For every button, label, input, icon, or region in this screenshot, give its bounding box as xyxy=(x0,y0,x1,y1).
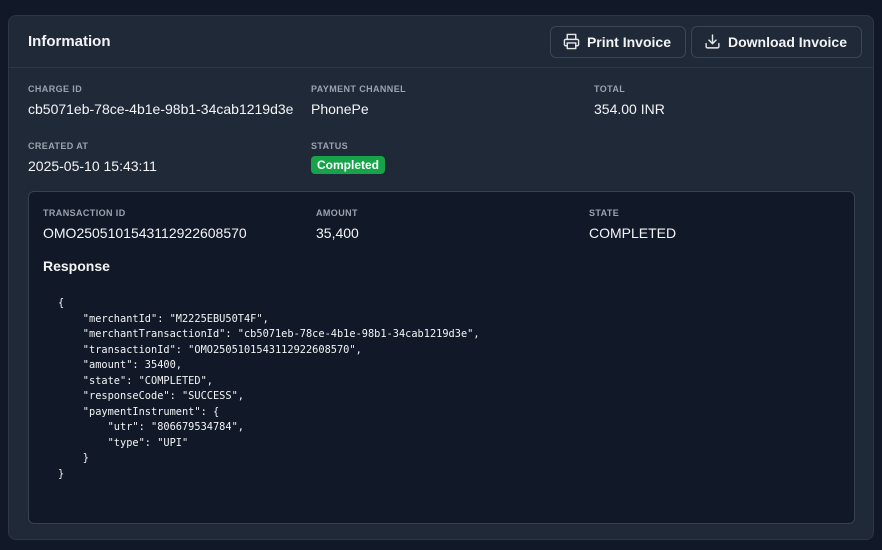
created-at-field: CREATED AT 2025-05-10 15:43:11 xyxy=(28,141,157,174)
transaction-id-value: OMO2505101543112922608570 xyxy=(43,225,247,241)
print-invoice-button[interactable]: Print Invoice xyxy=(549,25,686,58)
download-icon xyxy=(704,33,721,50)
transaction-panel: TRANSACTION ID OMO2505101543112922608570… xyxy=(28,191,855,524)
amount-label: AMOUNT xyxy=(316,208,358,218)
charge-id-label: CHARGE ID xyxy=(28,84,83,94)
response-title: Response xyxy=(43,258,110,274)
state-field: STATE COMPLETED xyxy=(589,208,676,241)
status-badge: Completed xyxy=(311,156,386,174)
state-value: COMPLETED xyxy=(589,225,677,241)
payment-channel-field: PAYMENT CHANNEL PhonePe xyxy=(311,84,406,117)
charge-id-value: cb5071eb-78ce-4b1e-98b1-34cab1219d3e xyxy=(28,101,294,117)
created-at-value: 2025-05-10 15:43:11 xyxy=(28,158,157,174)
total-field: TOTAL 354.00 INR xyxy=(594,84,665,117)
state-label: STATE xyxy=(589,208,620,218)
printer-icon xyxy=(563,33,580,50)
total-label: TOTAL xyxy=(594,84,626,94)
charge-id-field: CHARGE ID cb5071eb-78ce-4b1e-98b1-34cab1… xyxy=(28,84,293,117)
header-actions: Print Invoice Download Invoice xyxy=(549,25,862,58)
payment-channel-label: PAYMENT CHANNEL xyxy=(311,84,407,94)
created-at-label: CREATED AT xyxy=(28,141,89,151)
transaction-id-field: TRANSACTION ID OMO2505101543112922608570 xyxy=(43,208,247,241)
status-label: STATUS xyxy=(311,141,349,151)
card-header: Information Print Invoice Download Invoi… xyxy=(9,16,873,68)
download-invoice-button[interactable]: Download Invoice xyxy=(690,25,862,58)
response-json: { "merchantId": "M2225EBU50T4F", "mercha… xyxy=(58,297,480,480)
total-value: 354.00 INR xyxy=(594,101,665,117)
print-invoice-label: Print Invoice xyxy=(586,33,671,50)
card-title: Information xyxy=(28,33,111,50)
download-invoice-label: Download Invoice xyxy=(727,33,847,50)
amount-field: AMOUNT 35,400 xyxy=(316,208,359,241)
payment-channel-value: PhonePe xyxy=(311,101,369,117)
information-card: Information Print Invoice Download Invoi… xyxy=(8,15,874,540)
status-field: STATUS Completed xyxy=(311,141,386,174)
amount-value: 35,400 xyxy=(316,225,359,241)
transaction-id-label: TRANSACTION ID xyxy=(43,208,126,218)
